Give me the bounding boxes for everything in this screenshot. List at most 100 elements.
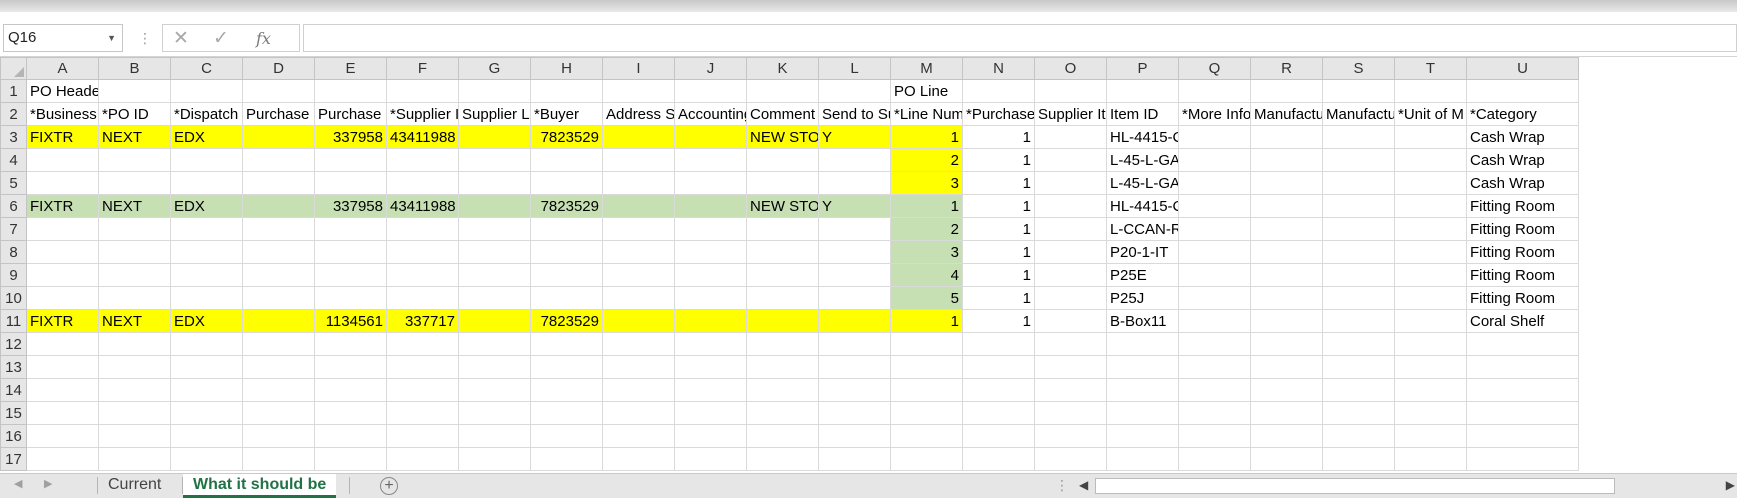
cell-b11[interactable]: NEXT	[98, 309, 171, 333]
horizontal-scrollbar[interactable]: ◀ ▶	[1077, 477, 1737, 495]
column-header-a[interactable]: A	[26, 57, 99, 80]
cell-j13[interactable]	[674, 355, 747, 379]
cell-j1[interactable]	[674, 79, 747, 103]
column-header-q[interactable]: Q	[1178, 57, 1251, 80]
cell-t8[interactable]	[1394, 240, 1467, 264]
cell-p15[interactable]	[1106, 401, 1179, 425]
cell-j5[interactable]	[674, 171, 747, 195]
column-header-b[interactable]: B	[98, 57, 171, 80]
cell-q10[interactable]	[1178, 286, 1251, 310]
cell-a12[interactable]	[26, 332, 99, 356]
cell-h2[interactable]: *Buyer	[530, 102, 603, 126]
cell-h7[interactable]	[530, 217, 603, 241]
cell-d9[interactable]	[242, 263, 315, 287]
row-header[interactable]: 10	[0, 286, 27, 310]
cell-r1[interactable]	[1250, 79, 1323, 103]
cell-r6[interactable]	[1250, 194, 1323, 218]
cell-r11[interactable]	[1250, 309, 1323, 333]
cell-d3[interactable]	[242, 125, 315, 149]
cell-q15[interactable]	[1178, 401, 1251, 425]
column-header-t[interactable]: T	[1394, 57, 1467, 80]
row-header[interactable]: 4	[0, 148, 27, 172]
cell-o12[interactable]	[1034, 332, 1107, 356]
cell-n9[interactable]: 1	[962, 263, 1035, 287]
cell-i3[interactable]	[602, 125, 675, 149]
cell-p8[interactable]: P20-1-IT	[1106, 240, 1179, 264]
cell-j11[interactable]	[674, 309, 747, 333]
column-header-f[interactable]: F	[386, 57, 459, 80]
cell-m5[interactable]: 3	[890, 171, 963, 195]
cell-e8[interactable]	[314, 240, 387, 264]
cell-q7[interactable]	[1178, 217, 1251, 241]
cell-g3[interactable]	[458, 125, 531, 149]
row-header[interactable]: 8	[0, 240, 27, 264]
cell-r14[interactable]	[1250, 378, 1323, 402]
cell-t4[interactable]	[1394, 148, 1467, 172]
cell-c14[interactable]	[170, 378, 243, 402]
cell-j4[interactable]	[674, 148, 747, 172]
cell-u9[interactable]: Fitting Room	[1466, 263, 1579, 287]
cell-b13[interactable]	[98, 355, 171, 379]
cell-f16[interactable]	[386, 424, 459, 448]
cell-c4[interactable]	[170, 148, 243, 172]
cell-t16[interactable]	[1394, 424, 1467, 448]
cell-l3[interactable]: Y	[818, 125, 891, 149]
cell-a9[interactable]	[26, 263, 99, 287]
cell-i8[interactable]	[602, 240, 675, 264]
row-header[interactable]: 7	[0, 217, 27, 241]
cell-a6[interactable]: FIXTR	[26, 194, 99, 218]
cell-n3[interactable]: 1	[962, 125, 1035, 149]
cell-g9[interactable]	[458, 263, 531, 287]
cell-m15[interactable]	[890, 401, 963, 425]
enter-check-icon[interactable]: ✓	[213, 27, 229, 50]
cell-j2[interactable]: Accounting	[674, 102, 747, 126]
cell-i7[interactable]	[602, 217, 675, 241]
cell-g8[interactable]	[458, 240, 531, 264]
cell-r4[interactable]	[1250, 148, 1323, 172]
cell-k5[interactable]	[746, 171, 819, 195]
cell-s14[interactable]	[1322, 378, 1395, 402]
cell-a15[interactable]	[26, 401, 99, 425]
cell-g16[interactable]	[458, 424, 531, 448]
cell-e12[interactable]	[314, 332, 387, 356]
cell-m3[interactable]: 1	[890, 125, 963, 149]
cell-b12[interactable]	[98, 332, 171, 356]
cell-c9[interactable]	[170, 263, 243, 287]
name-box-dropdown-icon[interactable]: ▼	[107, 25, 116, 51]
cell-k14[interactable]	[746, 378, 819, 402]
cell-h9[interactable]	[530, 263, 603, 287]
cell-f13[interactable]	[386, 355, 459, 379]
cell-o14[interactable]	[1034, 378, 1107, 402]
cell-k9[interactable]	[746, 263, 819, 287]
cell-j8[interactable]	[674, 240, 747, 264]
cell-i11[interactable]	[602, 309, 675, 333]
column-header-r[interactable]: R	[1250, 57, 1323, 80]
cell-e15[interactable]	[314, 401, 387, 425]
cell-q6[interactable]	[1178, 194, 1251, 218]
prev-sheet-icon[interactable]: ◀	[14, 477, 22, 490]
cell-o6[interactable]	[1034, 194, 1107, 218]
cell-c5[interactable]	[170, 171, 243, 195]
cell-j7[interactable]	[674, 217, 747, 241]
cell-s12[interactable]	[1322, 332, 1395, 356]
cell-p7[interactable]: L-CCAN-R	[1106, 217, 1179, 241]
cell-j16[interactable]	[674, 424, 747, 448]
cell-o16[interactable]	[1034, 424, 1107, 448]
cell-p16[interactable]	[1106, 424, 1179, 448]
cell-d11[interactable]	[242, 309, 315, 333]
cell-c8[interactable]	[170, 240, 243, 264]
cell-f1[interactable]	[386, 79, 459, 103]
cell-f5[interactable]	[386, 171, 459, 195]
cell-j3[interactable]	[674, 125, 747, 149]
cell-a10[interactable]	[26, 286, 99, 310]
cell-d1[interactable]	[242, 79, 315, 103]
cell-g13[interactable]	[458, 355, 531, 379]
cell-a17[interactable]	[26, 447, 99, 471]
cell-m17[interactable]	[890, 447, 963, 471]
cell-t5[interactable]	[1394, 171, 1467, 195]
cell-c11[interactable]: EDX	[170, 309, 243, 333]
cell-q12[interactable]	[1178, 332, 1251, 356]
cell-u16[interactable]	[1466, 424, 1579, 448]
cell-o7[interactable]	[1034, 217, 1107, 241]
cell-d5[interactable]	[242, 171, 315, 195]
